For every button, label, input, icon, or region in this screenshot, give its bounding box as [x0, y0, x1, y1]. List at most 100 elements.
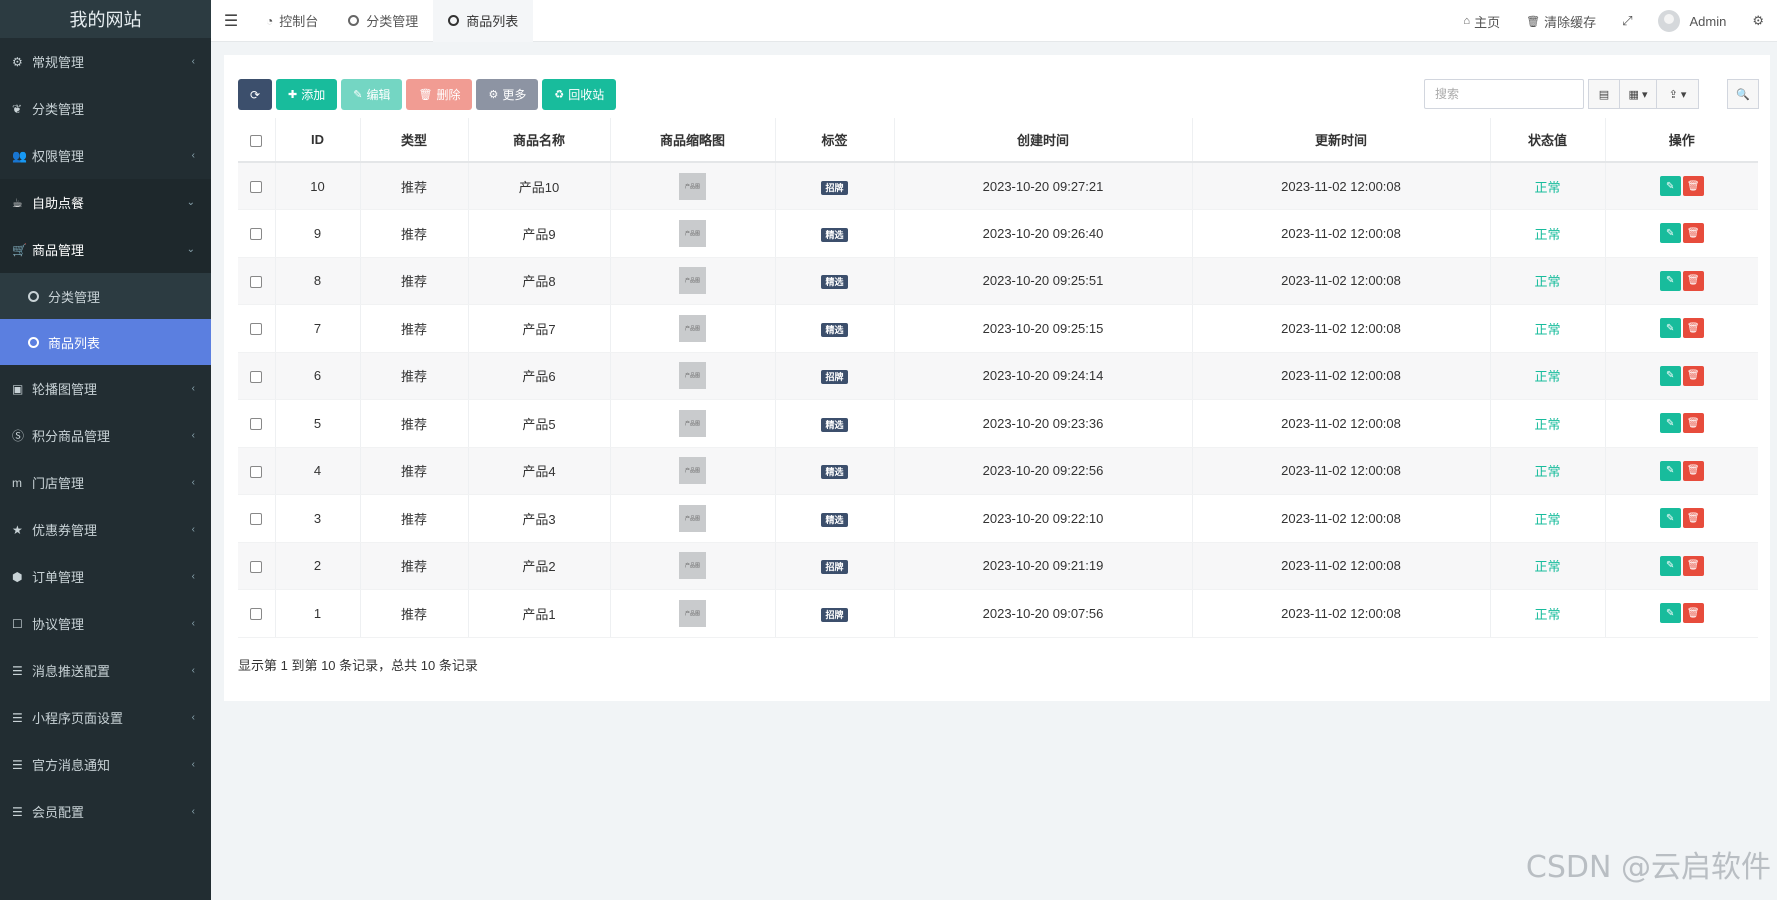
product-thumbnail[interactable]: 产品图 [679, 172, 706, 200]
row-edit-icon[interactable]: ✎ [1659, 460, 1681, 481]
row-checkbox[interactable] [250, 181, 263, 194]
table-row[interactable]: 10 推荐 产品10 产品图 招牌 2023-10-20 09:27:21 2023-11-… [238, 162, 1758, 210]
row-delete-icon[interactable]: 🗑 [1682, 603, 1704, 624]
select-all-checkbox[interactable] [250, 134, 263, 147]
add-button[interactable]: ✚ 添加 [276, 79, 338, 110]
column-header[interactable]: 商品名称 [468, 118, 611, 163]
row-delete-icon[interactable]: 🗑 [1682, 555, 1704, 576]
row-checkbox[interactable] [250, 560, 263, 573]
row-edit-icon[interactable]: ✎ [1659, 413, 1681, 434]
sidebar-item[interactable]: ☰ 小程序页面设置 ‹ [0, 694, 211, 741]
table-row[interactable]: 2 推荐 产品2 产品图 招牌 2023-10-20 09:21:19 2023-11-02… [238, 542, 1758, 590]
row-edit-icon[interactable]: ✎ [1659, 365, 1681, 386]
delete-button[interactable]: 🗑 删除 [406, 79, 473, 110]
row-edit-icon[interactable]: ✎ [1659, 508, 1681, 529]
site-logo[interactable]: 我的网站 [0, 0, 211, 38]
fullscreen-icon[interactable]: ⤢ [1609, 13, 1645, 29]
table-row[interactable]: 8 推荐 产品8 产品图 精选 2023-10-20 09:25:51 2023-11-02… [238, 257, 1758, 305]
product-thumbnail[interactable]: 产品图 [679, 219, 706, 247]
row-delete-icon[interactable]: 🗑 [1682, 508, 1704, 529]
search-input[interactable] [1424, 79, 1584, 109]
sidebar-item[interactable]: ☕ 自助点餐 ⌄ [0, 179, 211, 226]
sidebar-subitem[interactable]: 商品列表 [0, 319, 211, 365]
row-edit-icon[interactable]: ✎ [1659, 176, 1681, 196]
sidebar-item[interactable]: ☰ 消息推送配置 ‹ [0, 647, 211, 694]
column-header[interactable]: 标签 [775, 118, 895, 163]
row-delete-icon[interactable]: 🗑 [1682, 270, 1704, 291]
sidebar-subitem[interactable]: 分类管理 [0, 273, 211, 319]
sidebar-item[interactable]: ⚙ 常规管理 ‹ [0, 38, 211, 85]
product-thumbnail[interactable]: 产品图 [679, 504, 706, 532]
row-delete-icon[interactable]: 🗑 [1682, 460, 1704, 481]
row-delete-icon[interactable]: 🗑 [1682, 318, 1704, 339]
sidebar-item-label: 常规管理 [32, 55, 85, 70]
row-checkbox[interactable] [250, 370, 263, 383]
row-edit-icon[interactable]: ✎ [1659, 270, 1681, 291]
table-row[interactable]: 9 推荐 产品9 产品图 精选 2023-10-20 09:26:40 2023-11-02… [238, 209, 1758, 258]
toggle-view-icon[interactable]: ▤ [1588, 79, 1620, 109]
product-thumbnail[interactable]: 产品图 [679, 314, 706, 342]
column-header[interactable]: 类型 [360, 118, 469, 163]
export-dropdown-icon[interactable]: ⇪ ▾ [1656, 79, 1699, 109]
columns-dropdown-icon[interactable]: ▦ ▾ [1619, 79, 1657, 109]
sidebar-item[interactable]: 👥 权限管理 ‹ [0, 132, 211, 179]
more-button[interactable]: ⚙ 更多 [476, 79, 539, 110]
product-thumbnail[interactable]: 产品图 [679, 457, 706, 485]
row-checkbox[interactable] [250, 323, 263, 336]
product-thumbnail[interactable]: 产品图 [679, 267, 706, 295]
product-thumbnail[interactable]: 产品图 [679, 552, 706, 580]
search-icon[interactable]: 🔍 [1727, 79, 1759, 109]
sidebar-item[interactable]: 🛒 商品管理 ⌄ [0, 226, 211, 273]
recycle-bin-button[interactable]: ♻ 回收站 [542, 79, 617, 110]
row-delete-icon[interactable]: 🗑 [1682, 223, 1704, 244]
column-header[interactable]: 状态值 [1490, 118, 1606, 163]
table-row[interactable]: 6 推荐 产品6 产品图 招牌 2023-10-20 09:24:14 2023-11-02… [238, 352, 1758, 400]
table-row[interactable]: 4 推荐 产品4 产品图 精选 2023-10-20 09:22:56 2023-11-02… [238, 447, 1758, 495]
column-header[interactable]: 创建时间 [894, 118, 1193, 163]
cell-created: 2023-10-20 09:07:56 [894, 589, 1193, 638]
sidebar-item[interactable]: ☰ 会员配置 ‹ [0, 788, 211, 835]
product-thumbnail[interactable]: 产品图 [679, 599, 706, 627]
row-checkbox[interactable] [250, 608, 263, 621]
clear-cache-link[interactable]: 🗑 清除缓存 [1513, 12, 1609, 31]
row-checkbox[interactable] [250, 418, 263, 431]
row-checkbox[interactable] [250, 275, 263, 288]
row-edit-icon[interactable]: ✎ [1659, 603, 1681, 624]
row-checkbox[interactable] [250, 465, 263, 478]
refresh-button[interactable]: ⟳ [238, 79, 272, 110]
table-row[interactable]: 5 推荐 产品5 产品图 精选 2023-10-20 09:23:36 2023-11-02… [238, 399, 1758, 448]
settings-gear-icon[interactable]: ⚙ [1739, 13, 1777, 29]
edit-button[interactable]: ✎ 编辑 [341, 79, 403, 110]
sidebar-item[interactable]: ☐ 协议管理 ‹ [0, 600, 211, 647]
row-checkbox[interactable] [250, 513, 263, 526]
table-row[interactable]: 3 推荐 产品3 产品图 精选 2023-10-20 09:22:10 2023-11-02… [238, 494, 1758, 543]
row-checkbox[interactable] [250, 228, 263, 241]
product-thumbnail[interactable]: 产品图 [679, 409, 706, 437]
column-header[interactable]: 更新时间 [1192, 118, 1491, 163]
chevron-left-icon: ‹ [191, 150, 195, 161]
sidebar-item[interactable]: ☰ 官方消息通知 ‹ [0, 741, 211, 788]
home-link[interactable]: ⌂ 主页 [1450, 12, 1513, 31]
row-delete-icon[interactable]: 🗑 [1682, 176, 1704, 196]
sidebar-toggle-icon[interactable]: ☰ [211, 0, 251, 42]
tab-dashboard[interactable]: ◔ 控制台 [251, 0, 333, 42]
tab-category[interactable]: 分类管理 [333, 0, 433, 42]
tab-product-list[interactable]: 商品列表 [433, 0, 534, 42]
row-edit-icon[interactable]: ✎ [1659, 555, 1681, 576]
row-edit-icon[interactable]: ✎ [1659, 318, 1681, 339]
table-row[interactable]: 7 推荐 产品7 产品图 精选 2023-10-20 09:25:15 2023-11-02… [238, 304, 1758, 353]
sidebar-item[interactable]: ▣ 轮播图管理 ‹ [0, 365, 211, 412]
sidebar-item[interactable]: ❦ 分类管理 [0, 85, 211, 132]
column-header[interactable]: 商品缩略图 [610, 118, 776, 163]
user-menu[interactable]: Admin [1645, 10, 1739, 32]
table-row[interactable]: 1 推荐 产品1 产品图 招牌 2023-10-20 09:07:56 2023-11-02… [238, 589, 1758, 638]
row-delete-icon[interactable]: 🗑 [1682, 413, 1704, 434]
row-edit-icon[interactable]: ✎ [1659, 223, 1681, 244]
sidebar-item[interactable]: ★ 优惠券管理 ‹ [0, 506, 211, 553]
product-thumbnail[interactable]: 产品图 [679, 362, 706, 390]
sidebar-item[interactable]: ⬢ 订单管理 ‹ [0, 553, 211, 600]
column-header[interactable]: ID [275, 118, 361, 163]
sidebar-item[interactable]: m 门店管理 ‹ [0, 459, 211, 506]
row-delete-icon[interactable]: 🗑 [1682, 365, 1704, 386]
sidebar-item[interactable]: Ⓢ 积分商品管理 ‹ [0, 412, 211, 459]
